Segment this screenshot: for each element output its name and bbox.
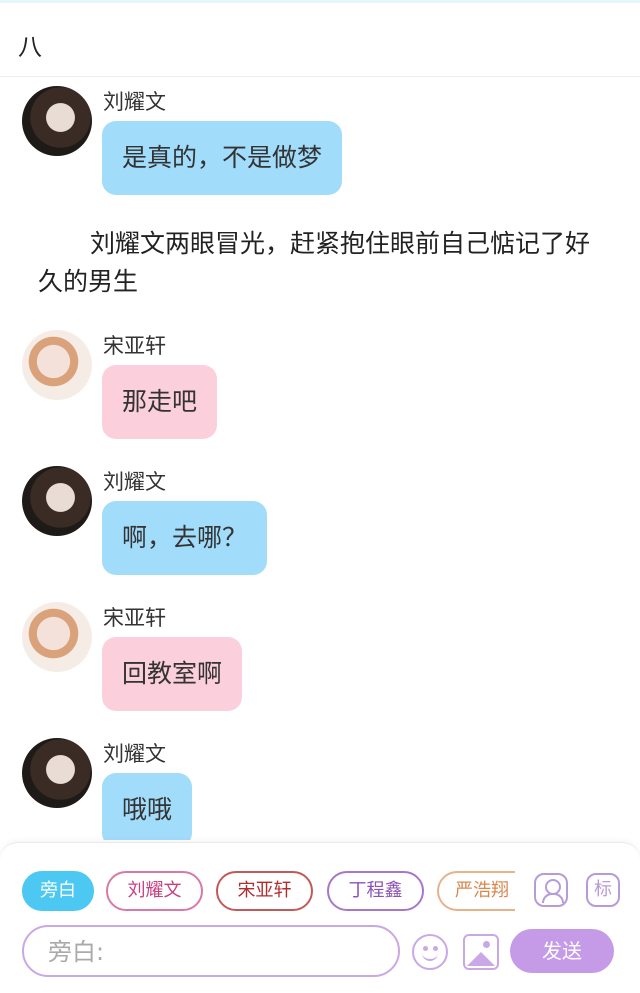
- person-icon[interactable]: [534, 873, 568, 907]
- message-bubble[interactable]: 那走吧: [102, 365, 218, 439]
- message-bubble[interactable]: 是真的，不是做梦: [102, 121, 343, 195]
- avatar[interactable]: [22, 86, 92, 156]
- role-chip-liu-yaowen[interactable]: 刘耀文: [106, 871, 203, 911]
- message-input-box[interactable]: [22, 925, 400, 977]
- role-chip-yan-haoxiang[interactable]: 严浩翔: [437, 871, 515, 911]
- sender-name: 刘耀文: [103, 90, 166, 114]
- image-mountain-shape: [467, 952, 495, 966]
- sender-name: 刘耀文: [103, 470, 166, 494]
- chapter-header: 八: [0, 3, 640, 77]
- role-chip-ding-chengxin[interactable]: 丁程鑫: [327, 871, 424, 911]
- image-sun-shape: [483, 941, 490, 948]
- emoji-icon[interactable]: [412, 934, 448, 970]
- sender-name: 刘耀文: [103, 742, 166, 766]
- avatar[interactable]: [22, 330, 92, 400]
- sender-name: 宋亚轩: [103, 606, 166, 630]
- sender-name: 宋亚轩: [103, 334, 166, 358]
- chapter-title: 八: [18, 33, 42, 61]
- message-bubble[interactable]: 啊，去哪？: [102, 501, 268, 575]
- chat-feed[interactable]: 刘耀文 是真的，不是做梦 刘耀文两眼冒光，赶紧抱住眼前自己惦记了好久的男生 宋亚…: [0, 78, 640, 840]
- composer-panel: 旁白 刘耀文 宋亚轩 丁程鑫 严浩翔 标 发送: [0, 842, 640, 993]
- avatar[interactable]: [22, 738, 92, 808]
- avatar[interactable]: [22, 602, 92, 672]
- mark-icon[interactable]: 标: [586, 873, 620, 907]
- emoji-mouth: [422, 951, 438, 961]
- mark-label: 标: [594, 879, 612, 900]
- message-bubble[interactable]: 回教室啊: [102, 637, 243, 711]
- narration-text: 刘耀文两眼冒光，赶紧抱住眼前自己惦记了好久的男生: [38, 229, 591, 296]
- person-body-shape: [542, 893, 564, 903]
- role-chip-narrator[interactable]: 旁白: [22, 871, 94, 911]
- role-chip-song-yaxuan[interactable]: 宋亚轩: [216, 871, 313, 911]
- send-button[interactable]: 发送: [510, 929, 614, 973]
- avatar[interactable]: [22, 466, 92, 536]
- image-icon[interactable]: [463, 934, 499, 970]
- message-bubble[interactable]: 哦哦: [102, 773, 193, 840]
- message-input[interactable]: [46, 935, 380, 969]
